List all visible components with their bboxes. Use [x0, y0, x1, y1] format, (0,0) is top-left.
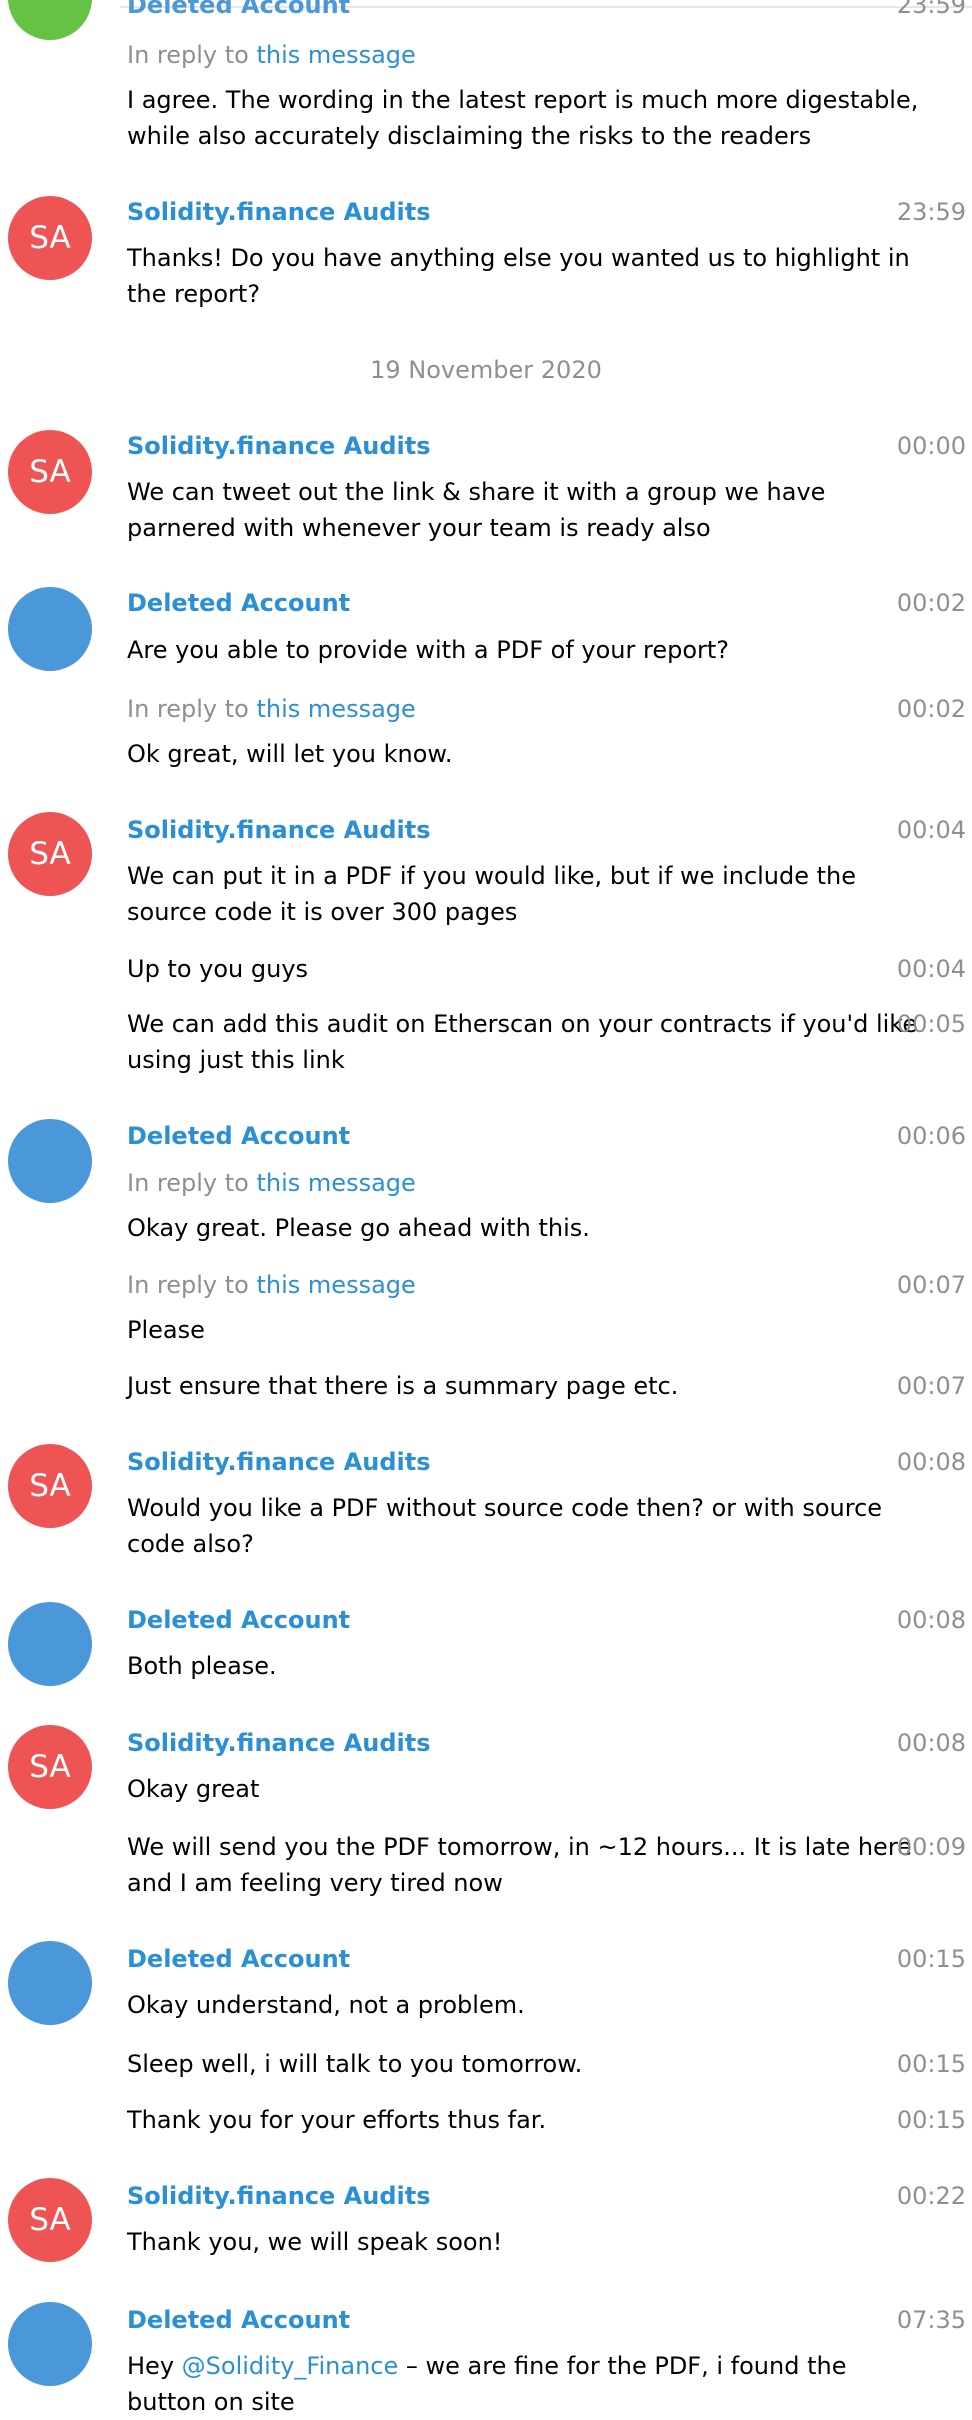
avatar-sa[interactable]: SA	[8, 812, 92, 896]
message-time: 00:09	[896, 1833, 966, 1861]
reply-reference: In reply to this message	[127, 694, 416, 724]
message-time: 00:15	[896, 1945, 966, 1973]
message-time: 23:59	[896, 0, 966, 19]
reply-reference: In reply to this message	[127, 40, 416, 70]
message-text: We can put it in a PDF if you would like…	[127, 862, 857, 926]
avatar-deleted[interactable]	[8, 1941, 92, 2025]
avatar-sa[interactable]: SA	[8, 1444, 92, 1528]
sender-name[interactable]: Deleted Account	[127, 0, 350, 20]
message-text: We will send you the PDF tomorrow, in ~1…	[127, 1833, 912, 1897]
sender-name[interactable]: Solidity.finance Audits	[127, 431, 431, 461]
sender-name[interactable]: Deleted Account	[127, 2305, 350, 2335]
avatar-deleted[interactable]	[8, 1119, 92, 1203]
avatar-sa[interactable]: SA	[8, 430, 92, 514]
sender-name[interactable]: Deleted Account	[127, 1605, 350, 1635]
avatar-deleted[interactable]	[8, 587, 92, 671]
reply-prefix: In reply to	[127, 41, 249, 69]
message-time: 00:07	[896, 1271, 966, 1299]
avatar-deleted-green[interactable]	[8, 0, 92, 40]
avatar-initials: SA	[29, 220, 71, 256]
reply-link[interactable]: this message	[257, 695, 416, 723]
message-time: 00:15	[896, 2050, 966, 2078]
message-time: 00:07	[896, 1372, 966, 1400]
message-time: 00:05	[896, 1010, 966, 1038]
message-time: 00:00	[896, 432, 966, 460]
message-text: Up to you guys	[127, 955, 309, 983]
message-time: 00:04	[896, 816, 966, 844]
message-text: Okay understand, not a problem.	[127, 1991, 525, 2019]
message-text: Thank you for your efforts thus far.	[127, 2106, 547, 2134]
reply-prefix: In reply to	[127, 695, 249, 723]
mention-link[interactable]: @Solidity_Finance	[182, 2352, 399, 2380]
avatar-sa[interactable]: SA	[8, 2178, 92, 2262]
message-text: Sleep well, i will talk to you tomorrow.	[127, 2050, 583, 2078]
avatar-deleted[interactable]	[8, 1602, 92, 1686]
message-text: Thank you, we will speak soon!	[127, 2228, 503, 2256]
message-time: 00:04	[896, 955, 966, 983]
reply-prefix: In reply to	[127, 1169, 249, 1197]
reply-link[interactable]: this message	[257, 1169, 416, 1197]
message-text: Ok great, will let you know.	[127, 740, 453, 768]
message-text: Okay great. Please go ahead with this.	[127, 1214, 590, 1242]
message-text: We can add this audit on Etherscan on yo…	[127, 1010, 918, 1074]
sender-name[interactable]: Solidity.finance Audits	[127, 1728, 431, 1758]
message-time: 00:22	[896, 2182, 966, 2210]
avatar-initials: SA	[29, 454, 71, 490]
avatar-sa[interactable]: SA	[8, 196, 92, 280]
message-text: Okay great	[127, 1775, 260, 1803]
message-time: 00:06	[896, 1122, 966, 1150]
text-prefix: Hey	[127, 2352, 182, 2380]
message-time: 00:02	[896, 589, 966, 617]
sender-name[interactable]: Solidity.finance Audits	[127, 1447, 431, 1477]
sender-name[interactable]: Deleted Account	[127, 1944, 350, 1974]
message-time: 00:02	[896, 695, 966, 723]
message-text: Would you like a PDF without source code…	[127, 1494, 883, 1558]
sender-name[interactable]: Solidity.finance Audits	[127, 197, 431, 227]
sender-name[interactable]: Deleted Account	[127, 588, 350, 618]
message-time: 00:08	[896, 1606, 966, 1634]
message-time: 00:08	[896, 1448, 966, 1476]
message-text: I agree. The wording in the latest repor…	[127, 86, 919, 150]
avatar-initials: SA	[29, 1468, 71, 1504]
message-text: Thanks! Do you have anything else you wa…	[127, 244, 910, 308]
avatar-sa[interactable]: SA	[8, 1725, 92, 1809]
message-text: Hey @Solidity_Finance – we are fine for …	[127, 2348, 927, 2420]
reply-link[interactable]: this message	[257, 41, 416, 69]
date-separator: 19 November 2020	[370, 356, 602, 384]
reply-reference: In reply to this message	[127, 1168, 416, 1198]
sender-name[interactable]: Deleted Account	[127, 1121, 350, 1151]
reply-link[interactable]: this message	[257, 1271, 416, 1299]
message-text: Just ensure that there is a summary page…	[127, 1372, 679, 1400]
reply-prefix: In reply to	[127, 1271, 249, 1299]
avatar-initials: SA	[29, 1749, 71, 1785]
message-time: 00:15	[896, 2106, 966, 2134]
avatar-deleted[interactable]	[8, 2302, 92, 2386]
sender-name[interactable]: Solidity.finance Audits	[127, 815, 431, 845]
message-text: Please	[127, 1316, 205, 1344]
message-text: We can tweet out the link & share it wit…	[127, 478, 826, 542]
message-text: Are you able to provide with a PDF of yo…	[127, 636, 730, 664]
message-text: Both please.	[127, 1652, 277, 1680]
message-time: 07:35	[896, 2306, 966, 2334]
reply-reference: In reply to this message	[127, 1270, 416, 1300]
message-time: 00:08	[896, 1729, 966, 1757]
message-time: 23:59	[896, 198, 966, 226]
sender-name[interactable]: Solidity.finance Audits	[127, 2181, 431, 2211]
avatar-initials: SA	[29, 836, 71, 872]
avatar-initials: SA	[29, 2202, 71, 2238]
